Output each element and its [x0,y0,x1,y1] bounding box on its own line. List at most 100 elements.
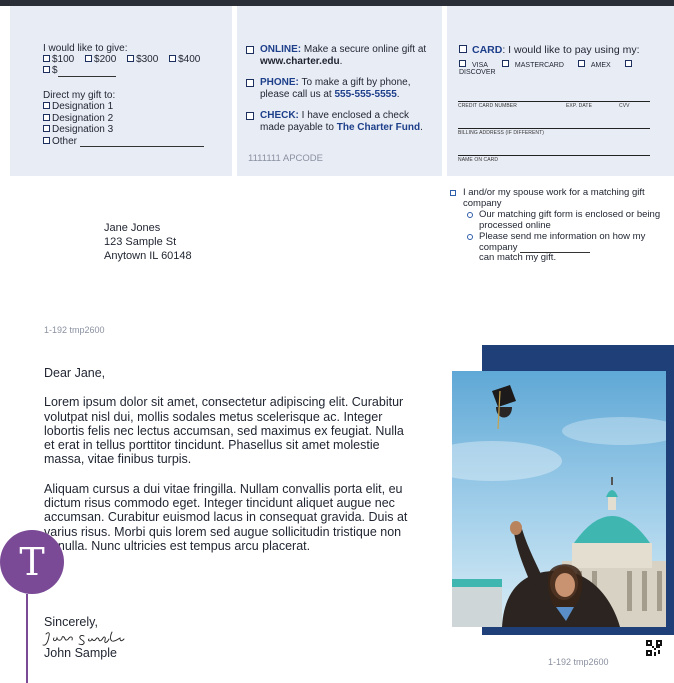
online-label: ONLINE: [260,44,302,55]
card-type-label: VISA [472,62,488,69]
checkbox-icon[interactable] [85,55,93,62]
cvv-label: CVV [619,103,630,109]
checkbox-icon[interactable] [450,190,456,196]
recipient-street: 123 Sample St [104,236,177,248]
gift-amount-panel: I would like to give: $100 $200 $300 $40… [10,6,232,176]
check-payee: The Charter Fund [336,121,421,133]
checkbox-icon[interactable] [43,113,50,121]
letter-greeting: Dear Jane, [44,366,106,380]
card-types: VISA MASTERCARD AMEX DISCOVER [459,60,674,76]
card-type-mastercard[interactable]: MASTERCARD [501,60,570,69]
card-text: : I would like to pay using my: [502,44,640,56]
send-info-text-end: can match my gift. [479,252,557,263]
online-text: Make a secure online gift at [303,44,427,55]
template-code-left: 1-192 tmp2600 [44,325,105,335]
avatar-initial: T [19,540,45,584]
phone-label: PHONE: [260,77,299,88]
matching-form-enclosed-option[interactable]: Our matching gift form is enclosed or be… [450,209,665,231]
checkbox-icon[interactable] [169,55,177,62]
designation-label: Designation 3 [52,124,114,135]
graduate-photo [452,371,666,627]
matching-gift-text: I and/or my spouse work for a matching g… [463,187,645,209]
amount-label: $400 [178,54,201,65]
checkbox-icon[interactable] [577,60,585,67]
sender-name: John Sample [44,646,117,660]
designation-option-3[interactable]: Designation 3 [43,124,204,136]
online-option[interactable]: ONLINE: Make a secure online gift at www… [246,44,436,67]
amount-label: $300 [136,54,159,65]
letter-closing: Sincerely, [44,615,98,629]
radio-icon[interactable] [467,234,473,240]
recipient-city: Anytown IL 60148 [104,250,192,262]
punctuation: . [339,55,343,67]
card-label: CARD [472,44,503,56]
designation-option-2[interactable]: Designation 2 [43,113,204,125]
name-on-card-field[interactable] [458,155,650,156]
radio-icon[interactable] [467,212,473,218]
amount-option-400[interactable]: $400 [169,54,200,65]
amount-options: $100 $200 $300 $400 [43,54,208,66]
checkbox-icon[interactable] [43,136,50,144]
qr-code-icon [646,640,662,656]
designation-label: Designation 1 [52,101,114,112]
amount-option-other[interactable]: $ [43,65,116,77]
letter-paragraph-1: Lorem ipsum dolor sit amet, consectetur … [44,395,404,467]
amount-option-200[interactable]: $200 [85,54,116,65]
card-type-amex[interactable]: AMEX [577,60,617,69]
card-option[interactable]: CARD: I would like to pay using my: [459,44,640,56]
checkbox-icon[interactable] [43,125,50,132]
card-type-visa[interactable]: VISA [459,60,494,69]
user-avatar[interactable]: T [0,530,64,594]
donation-letter-page: I would like to give: $100 $200 $300 $40… [0,6,674,683]
other-designation-field[interactable] [79,138,204,147]
letter-paragraph-2: Aliquam cursus a dui vitae fringilla. Nu… [44,481,408,553]
phone-option[interactable]: PHONE: To make a gift by phone, please c… [246,77,436,100]
card-payment-panel: CARD: I would like to pay using my: VISA… [447,6,674,176]
checkbox-icon[interactable] [43,66,50,73]
avatar-accent-line [26,594,28,683]
checkbox-icon[interactable] [246,46,254,54]
billing-address-field[interactable] [458,128,650,129]
payment-method-panel: ONLINE: Make a secure online gift at www… [237,6,442,176]
checkbox-icon[interactable] [624,60,632,67]
card-type-label: DISCOVER [459,69,496,76]
card-type-label: AMEX [590,62,611,69]
name-on-card-label: NAME ON CARD [458,157,499,163]
give-label: I would like to give: [43,43,128,54]
matching-gift-section: I and/or my spouse work for a matching g… [450,187,665,264]
amount-option-100[interactable]: $100 [43,54,74,65]
apcode: 1111111 APCODE [248,153,323,164]
phone-number: 555-555-5555 [334,88,397,100]
designation-label: Other [52,135,78,147]
designation-option-other[interactable]: Other [43,135,204,147]
amount-label: $200 [94,54,117,65]
check-label: CHECK: [260,110,299,121]
card-number-label: CREDIT CARD NUMBER [458,103,517,109]
check-option[interactable]: CHECK: I have enclosed a check made paya… [246,110,436,133]
punctuation: . [420,121,423,133]
recipient-name: Jane Jones [104,222,161,234]
checkbox-icon[interactable] [127,55,135,62]
checkbox-icon[interactable] [459,45,467,53]
designation-option-1[interactable]: Designation 1 [43,101,204,113]
checkbox-icon[interactable] [246,112,254,120]
checkbox-icon[interactable] [501,60,509,67]
checkbox-icon[interactable] [459,60,466,67]
letter-body: Dear Jane, Lorem ipsum dolor sit amet, c… [44,366,412,568]
exp-date-label: EXP. DATE [566,103,593,109]
online-url[interactable]: www.charter.edu [260,56,340,67]
checkbox-icon[interactable] [43,102,50,109]
other-amount-field[interactable] [57,68,116,77]
matching-form-text: Our matching gift form is enclosed or be… [479,209,661,231]
checkbox-icon[interactable] [246,79,254,87]
direct-gift-label: Direct my gift to: [43,90,116,101]
amount-option-300[interactable]: $300 [127,54,158,65]
send-info-option[interactable]: Please send me information on how my com… [450,231,665,264]
card-type-label: MASTERCARD [514,62,564,69]
matching-gift-option[interactable]: I and/or my spouse work for a matching g… [450,187,665,209]
checkbox-icon[interactable] [43,55,50,62]
punctuation: . [396,88,400,100]
designation-label: Designation 2 [52,112,114,124]
amount-label: $100 [52,54,75,65]
card-number-field[interactable] [458,101,650,102]
